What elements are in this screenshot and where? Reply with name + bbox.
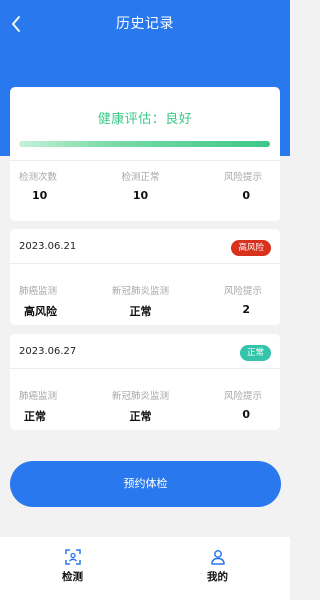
stat-risk-alerts: 风险提示 0 (181, 169, 280, 202)
tab-mine[interactable]: 我的 (145, 537, 290, 600)
health-assessment: 健康评估：良好 (97, 112, 193, 127)
summary-card: 健康评估：良好 检测次数 10 检测正常 10 风险提示 0 (10, 87, 280, 221)
stat-value: 2 (242, 303, 250, 316)
record-card[interactable]: 2023.06.21 高风险 肺癌监测 高风险 新冠肺炎监测 正常 风险提示 2 (10, 229, 280, 325)
stat-lung-cancer: 肺癌监测 高风险 (10, 283, 100, 319)
stat-label: 风险提示 (223, 391, 262, 402)
record-stats: 肺癌监测 高风险 新冠肺炎监测 正常 风险提示 2 (10, 283, 280, 319)
stat-covid: 新冠肺炎监测 正常 (100, 283, 181, 319)
stat-label: 风险提示 (223, 172, 262, 183)
stat-value: 正常 (24, 410, 46, 423)
record-card[interactable]: 2023.06.27 正常 肺癌监测 正常 新冠肺炎监测 正常 风险提示 0 (10, 334, 280, 430)
bottom-tab-bar: 检测 我的 (0, 537, 290, 600)
summary-stats: 检测次数 10 检测正常 10 风险提示 0 (10, 169, 280, 202)
page-title: 历史记录 (116, 16, 174, 32)
stat-risk-alerts: 风险提示 0 (181, 388, 280, 424)
stat-value: 正常 (129, 410, 152, 423)
stat-label: 检测正常 (121, 172, 160, 183)
stat-value: 10 (32, 189, 48, 202)
stat-label: 肺癌监测 (19, 391, 58, 402)
record-date: 2023.06.21 (19, 241, 77, 252)
stat-value: 0 (242, 408, 250, 421)
stat-test-count: 检测次数 10 (10, 169, 100, 202)
stat-lung-cancer: 肺癌监测 正常 (10, 388, 100, 424)
stat-label: 风险提示 (223, 286, 262, 297)
tab-label: 我的 (207, 571, 228, 583)
divider (10, 160, 280, 161)
record-stats: 肺癌监测 正常 新冠肺炎监测 正常 风险提示 0 (10, 388, 280, 424)
stat-risk-alerts: 风险提示 2 (181, 283, 280, 319)
stat-covid: 新冠肺炎监测 正常 (100, 388, 181, 424)
record-date: 2023.06.27 (19, 346, 77, 357)
book-checkup-button[interactable]: 预约体检 (10, 461, 281, 507)
stat-value: 正常 (129, 305, 152, 318)
divider (10, 263, 280, 264)
tab-detect[interactable]: 检测 (0, 537, 145, 600)
stat-value: 0 (242, 189, 250, 202)
divider (10, 368, 280, 369)
stat-label: 新冠肺炎监测 (111, 286, 169, 297)
user-icon (210, 550, 225, 565)
status-badge: 正常 (239, 345, 271, 361)
stat-value: 10 (132, 189, 149, 202)
health-progress-bar (19, 141, 270, 147)
tab-label: 检测 (62, 571, 83, 583)
status-badge: 高风险 (231, 240, 271, 256)
stat-label: 检测次数 (19, 172, 58, 183)
stat-value: 高风险 (24, 305, 57, 318)
stat-label: 肺癌监测 (19, 286, 58, 297)
stat-label: 新冠肺炎监测 (111, 391, 169, 402)
scan-icon (64, 549, 81, 565)
stat-normal-count: 检测正常 10 (100, 169, 181, 202)
